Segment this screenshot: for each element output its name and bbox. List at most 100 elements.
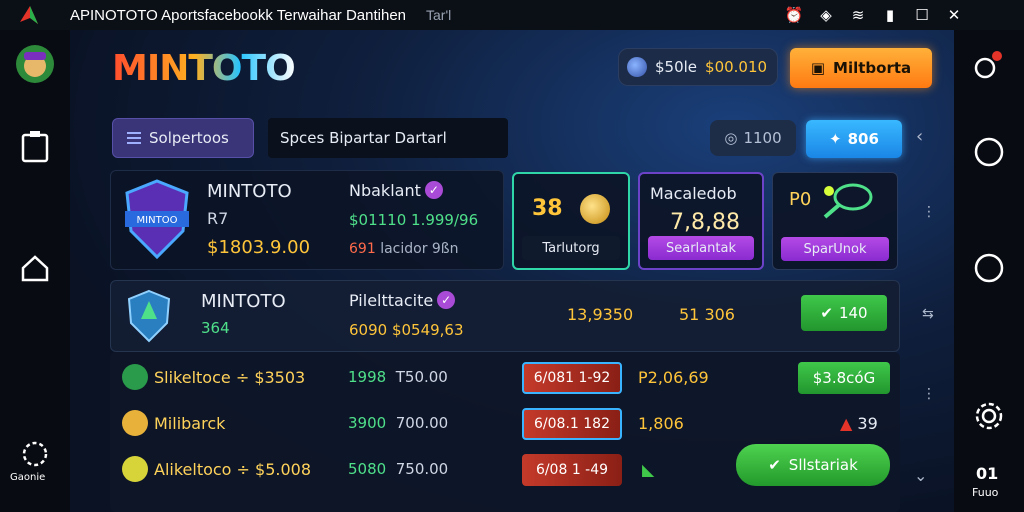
row-odds-pill[interactable]: 6/081 1-92 xyxy=(522,362,622,394)
balance-pill[interactable]: $50le $00.010 xyxy=(618,48,778,86)
promo-card-button[interactable]: Searlantak xyxy=(648,236,754,260)
featured-heading: Pilelttacite ✓ xyxy=(349,291,456,310)
promo-card-sport[interactable]: P0 SparUnok xyxy=(772,172,898,270)
signal-icon[interactable]: ◈ xyxy=(816,5,836,25)
row-mid: 1998 T50.00 xyxy=(348,368,448,386)
battery-icon[interactable]: ▮ xyxy=(880,5,900,25)
promo-card-label: Tarlutorg xyxy=(522,236,620,260)
avatar[interactable] xyxy=(15,44,55,84)
right-nav-label: Fuuo xyxy=(972,486,999,499)
game-controller-icon[interactable] xyxy=(15,434,55,474)
alert-icon: ▲ xyxy=(840,414,853,433)
brand-logo: MINTOTO xyxy=(112,48,296,89)
wifi-icon[interactable]: ≋ xyxy=(848,5,868,25)
emoji-icon xyxy=(122,410,148,436)
balance-label: $50le xyxy=(655,58,698,76)
close-icon[interactable]: ✕ xyxy=(944,5,964,25)
featured-name: MINTOTO xyxy=(201,291,286,312)
featured-col1: 13,9350 xyxy=(567,305,634,324)
stat-value: 1100 xyxy=(743,129,782,147)
bonus-title: Nbaklant ✓ xyxy=(349,181,443,200)
clipboard-icon[interactable] xyxy=(15,126,55,166)
swap-icon[interactable]: ⇆ xyxy=(922,306,934,322)
deposit-button[interactable]: ▣ Miltborta xyxy=(790,48,932,88)
chevron-down-icon[interactable]: ⌄ xyxy=(914,466,927,485)
stat-pill-active[interactable]: ✦ 806 xyxy=(806,120,902,158)
check-circle-icon: ✔ xyxy=(768,456,781,474)
filter-button[interactable]: Solpertoos xyxy=(112,118,254,158)
promo-card-coins[interactable]: 38 Tarlutorg xyxy=(512,172,630,270)
profile-rank: R7 xyxy=(207,209,229,228)
home-icon[interactable] xyxy=(15,248,55,288)
app-logo-icon xyxy=(20,6,38,24)
bonus-line: $01110 1.999/96 xyxy=(349,211,479,229)
promo-heading: Macaledob xyxy=(650,184,737,203)
check-icon: ✔ xyxy=(820,304,833,322)
list-item[interactable]: Milibarck 3900 700.00 6/08.1 182 1,806 ▲… xyxy=(110,402,900,446)
row-odds-pill[interactable]: 6/08.1 182 xyxy=(522,408,622,440)
drag-handle-icon[interactable]: ⋮ xyxy=(922,386,936,402)
verified-icon: ✓ xyxy=(437,291,456,309)
right-nav-number: 01 xyxy=(976,464,999,483)
row-name: Slikeltoce ÷ $3503 xyxy=(154,368,306,387)
shield-icon: MINTOO xyxy=(125,179,189,260)
row-action-button[interactable]: $3.8cóG xyxy=(798,362,890,394)
window-title: APINOTOTO Aportsfacebookk Terwaihar Dant… xyxy=(70,6,406,24)
promo-big-number: 38 xyxy=(532,196,563,221)
featured-odds: 6090 $0549,63 xyxy=(349,321,464,339)
leaf-icon xyxy=(122,364,148,390)
right-sidebar: 01 Fuuo xyxy=(954,30,1024,512)
handshake-icon: ✦ xyxy=(829,130,842,148)
featured-sub: 364 xyxy=(201,319,230,337)
left-nav-label: Gaonie xyxy=(10,472,46,483)
deposit-button-label: Miltborta xyxy=(833,59,912,77)
drag-handle-icon[interactable]: ⋮ xyxy=(922,204,936,220)
title-bar: APINOTOTO Aportsfacebookk Terwaihar Dant… xyxy=(0,0,1024,30)
mic-icon[interactable] xyxy=(969,44,1009,84)
verified-icon: ✓ xyxy=(424,181,443,199)
svg-text:MINTOO: MINTOO xyxy=(137,215,178,226)
promo-card-match[interactable]: Macaledob 7,8,88 Searlantak xyxy=(638,172,764,270)
chevron-left-icon[interactable]: ‹ xyxy=(916,126,923,147)
featured-bet-label: 140 xyxy=(838,304,868,322)
profile-balance: $1803.9.00 xyxy=(207,237,311,258)
gold-coin-icon xyxy=(580,194,610,224)
search-input[interactable]: Spces Bipartar Dartarl xyxy=(268,118,508,158)
bonus-footer: 691 lacidor 9ßn xyxy=(349,241,459,257)
promo-sport-button[interactable]: SparUnok xyxy=(781,237,889,261)
profile-card[interactable]: MINTOO MINTOTO R7 $1803.9.00 Nbaklant ✓ $… xyxy=(110,170,504,270)
circle-button-icon[interactable] xyxy=(969,132,1009,172)
left-sidebar: Gaonie xyxy=(0,30,70,512)
coin-icon xyxy=(627,57,647,77)
filter-icon xyxy=(127,132,141,144)
emoji-icon xyxy=(122,456,148,482)
start-button[interactable]: ✔ Sllstariak xyxy=(736,444,890,486)
refresh-icon: ◎ xyxy=(724,129,738,147)
row-value: P2,06,69 xyxy=(638,368,709,387)
featured-match-row[interactable]: MINTOTO 364 Pilelttacite ✓ 6090 $0549,63 … xyxy=(110,280,900,352)
team-shield-icon xyxy=(127,289,171,343)
profile-name: MINTOTO xyxy=(207,181,292,202)
row-mid: 5080 750.00 xyxy=(348,460,449,478)
start-button-label: Sllstariak xyxy=(788,456,858,474)
match-list: Slikeltoce ÷ $3503 1998 T50.00 6/081 1-9… xyxy=(110,352,900,512)
filter-label: Solpertoos xyxy=(149,129,229,147)
promo-sport-heading: P0 xyxy=(789,189,812,210)
list-item[interactable]: Slikeltoce ÷ $3503 1998 T50.00 6/081 1-9… xyxy=(110,356,900,400)
circle-button-icon[interactable] xyxy=(969,248,1009,288)
featured-bet-button[interactable]: ✔ 140 xyxy=(801,295,887,331)
row-odds-pill[interactable]: 6/08 1 -49 xyxy=(522,454,622,486)
row-name: Alikeltoco ÷ $5.008 xyxy=(154,460,312,479)
settings-icon[interactable] xyxy=(969,396,1009,436)
row-mid: 3900 700.00 xyxy=(348,414,449,432)
main-panel: MINTOTO $50le $00.010 ▣ Miltborta Solper… xyxy=(70,30,954,512)
stat-pill[interactable]: ◎ 1100 xyxy=(710,120,796,156)
window-tab[interactable]: Tar'l xyxy=(426,7,451,23)
tennis-racket-icon xyxy=(823,183,873,219)
row-name: Milibarck xyxy=(154,414,226,433)
row-value: 1,806 xyxy=(638,414,684,433)
alarm-icon[interactable]: ⏰ xyxy=(784,5,804,25)
maximize-icon[interactable]: ☐ xyxy=(912,5,932,25)
system-tray: ⏰ ◈ ≋ ▮ ☐ ✕ xyxy=(784,5,964,25)
featured-col2: 51 306 xyxy=(679,305,735,324)
